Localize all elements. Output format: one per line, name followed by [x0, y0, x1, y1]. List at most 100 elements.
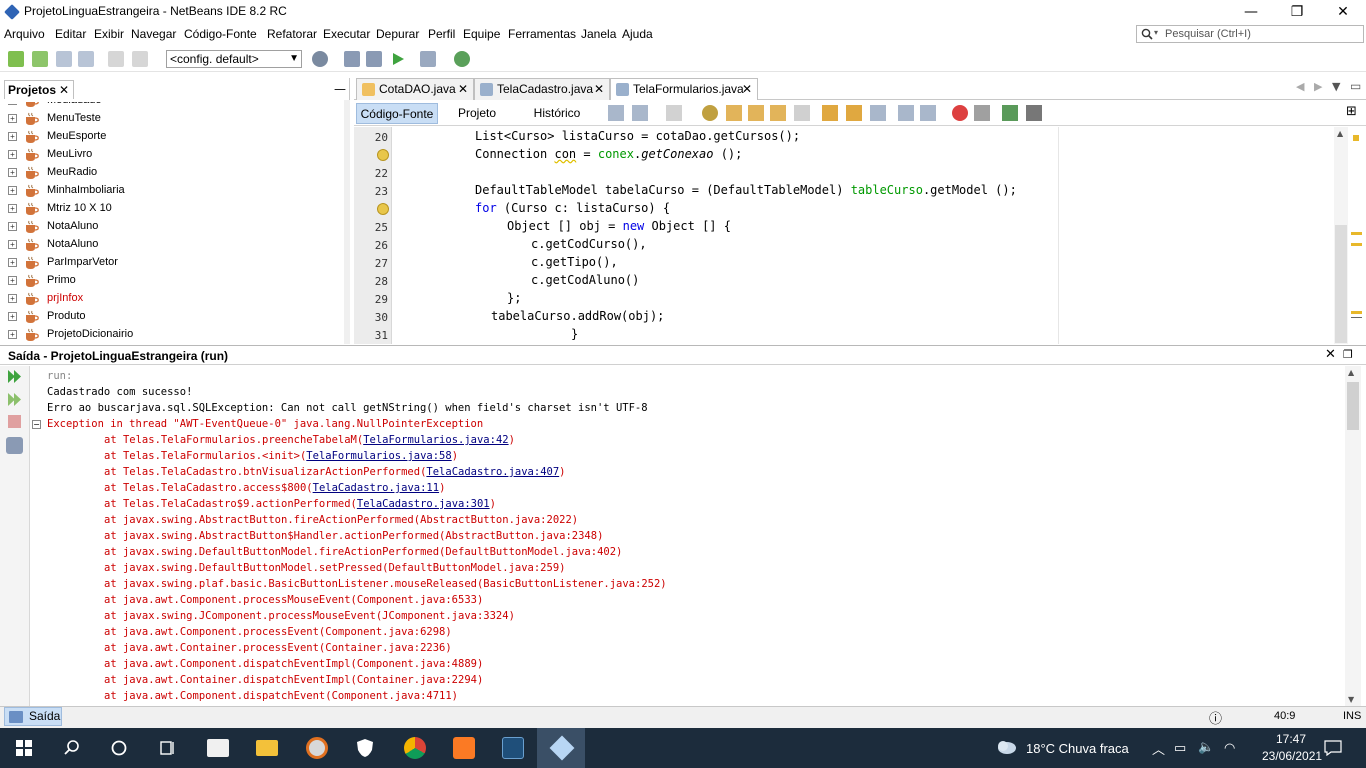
tab-telacadastro[interactable]: TelaCadastro.java ✕	[474, 78, 610, 100]
forward-icon[interactable]	[666, 105, 682, 121]
expand-icon[interactable]: +	[8, 168, 17, 177]
taskbar-store[interactable]	[194, 728, 242, 768]
project-item[interactable]: + NotaAluno	[0, 218, 345, 236]
close-button[interactable]: ✕	[1320, 0, 1366, 24]
source-link[interactable]: TelaFormularios.java:42	[363, 434, 508, 446]
profile-icon[interactable]	[454, 51, 470, 67]
projects-scrollbar[interactable]	[344, 100, 350, 344]
restore-icon[interactable]: ❐	[1343, 348, 1353, 361]
menu-navegar[interactable]: Navegar	[131, 27, 176, 41]
menu-equipe[interactable]: Equipe	[463, 27, 500, 41]
chevron-up-icon[interactable]: ︿	[1152, 739, 1165, 758]
collapse-icon[interactable]: −	[32, 420, 41, 429]
source-link[interactable]: TelaFormularios.java:58	[306, 450, 451, 462]
expand-icon[interactable]: +	[8, 204, 17, 213]
battery-icon[interactable]: ▭	[1174, 740, 1186, 756]
close-icon[interactable]: ✕	[742, 79, 752, 99]
menu-arquivo[interactable]: Arquivo	[4, 27, 45, 41]
project-item[interactable]: + Mediadade	[0, 92, 345, 110]
expand-icon[interactable]: +	[8, 150, 17, 159]
close-icon[interactable]: ✕	[594, 79, 604, 99]
prev-bookmark-icon[interactable]	[822, 105, 838, 121]
menu-codigo-fonte[interactable]: Código-Fonte	[184, 27, 257, 41]
uncomment-icon[interactable]	[1026, 105, 1042, 121]
expand-icon[interactable]: +	[8, 186, 17, 195]
save-all-icon[interactable]	[78, 51, 94, 67]
scroll-up-icon[interactable]: ▲	[1337, 129, 1343, 138]
build-icon[interactable]	[344, 51, 360, 67]
menu-ajuda[interactable]: Ajuda	[622, 27, 653, 41]
scroll-thumb[interactable]	[1335, 225, 1347, 343]
redo-icon[interactable]	[132, 51, 148, 67]
warning-marker[interactable]	[1351, 232, 1362, 235]
wifi-icon[interactable]: ◠	[1224, 740, 1235, 756]
scroll-thumb[interactable]	[1347, 382, 1359, 430]
config-select[interactable]: <config. default> ▼	[166, 50, 302, 68]
warning-marker[interactable]	[1351, 243, 1362, 246]
project-item[interactable]: + Mtriz 10 X 10	[0, 200, 345, 218]
project-item[interactable]: + ProjetoDicionairio	[0, 326, 345, 344]
tab-codigo-fonte[interactable]: Código-Fonte	[356, 103, 438, 124]
tab-historico[interactable]: Histórico	[526, 103, 588, 124]
tab-list-icon[interactable]: ▼	[1332, 80, 1340, 93]
shift-left-icon[interactable]	[898, 105, 914, 121]
warning-marker[interactable]	[1353, 135, 1359, 141]
comment-icon[interactable]	[1002, 105, 1018, 121]
task-view-icon[interactable]	[158, 739, 176, 757]
globe-icon[interactable]	[312, 51, 328, 67]
output-window-tab[interactable]: Saída	[4, 707, 62, 726]
open-project-icon[interactable]	[56, 51, 72, 67]
menu-janela[interactable]: Janela	[581, 27, 616, 41]
project-item[interactable]: + Produto	[0, 308, 345, 326]
scroll-down-icon[interactable]: ▼	[1348, 695, 1354, 704]
clock-date[interactable]: 23/06/2021	[1262, 749, 1322, 763]
expand-icon[interactable]: +	[8, 330, 17, 339]
source-link[interactable]: TelaCadastro.java:407	[426, 466, 559, 478]
back-icon[interactable]	[632, 105, 648, 121]
expand-icon[interactable]: +	[8, 132, 17, 141]
scroll-right-icon[interactable]: ▶	[1314, 80, 1322, 93]
expand-icon[interactable]: +	[8, 104, 17, 105]
last-edit-icon[interactable]	[608, 105, 624, 121]
tab-cotadao[interactable]: CotaDAO.java ✕	[356, 78, 474, 100]
notifications-icon[interactable]: ⓘ	[1209, 708, 1222, 727]
minimize-button[interactable]: —	[1228, 0, 1274, 24]
tab-projeto[interactable]: Projeto	[448, 103, 506, 124]
expand-icon[interactable]: +	[8, 276, 17, 285]
warning-marker[interactable]	[1351, 311, 1362, 314]
expand-icon[interactable]: +	[8, 294, 17, 303]
taskbar-explorer[interactable]	[243, 728, 291, 768]
hint-bulb-icon[interactable]	[377, 149, 389, 161]
project-item[interactable]: + MenuTeste	[0, 110, 345, 128]
maximize-editor-icon[interactable]: ▭	[1350, 79, 1361, 93]
hint-bulb-icon[interactable]	[377, 203, 389, 215]
notification-center-icon[interactable]	[1324, 740, 1342, 756]
menu-editar[interactable]: Editar	[55, 27, 86, 41]
clean-build-icon[interactable]	[366, 51, 382, 67]
project-item[interactable]: + MeuRadio	[0, 164, 345, 182]
search-icon[interactable]	[63, 739, 81, 757]
taskbar-media[interactable]	[292, 728, 340, 768]
shift-right-icon[interactable]	[920, 105, 936, 121]
output-scrollbar[interactable]: ▲ ▼	[1345, 366, 1361, 706]
editor-scrollbar[interactable]: ▲	[1334, 127, 1348, 344]
scroll-up-icon[interactable]: ▲	[1348, 368, 1354, 377]
scroll-left-icon[interactable]: ◀	[1296, 80, 1304, 93]
search-input[interactable]: ▾ Pesquisar (Ctrl+I)	[1136, 25, 1364, 43]
toggle-bookmark-icon[interactable]	[870, 105, 886, 121]
clock-time[interactable]: 17:47	[1276, 732, 1306, 746]
taskbar-netbeans[interactable]	[537, 728, 585, 768]
source-link[interactable]: TelaCadastro.java:301	[357, 498, 490, 510]
taskbar-chrome[interactable]	[390, 728, 438, 768]
find-icon[interactable]	[702, 105, 718, 121]
find-previous-icon[interactable]	[726, 105, 742, 121]
expand-icon[interactable]: +	[8, 114, 17, 123]
cortana-icon[interactable]	[110, 739, 128, 757]
taskbar-security[interactable]	[341, 728, 389, 768]
menu-depurar[interactable]: Depurar	[376, 27, 419, 41]
windows-start-icon[interactable]	[16, 740, 32, 756]
weather-text[interactable]: 18°C Chuva fraca	[1026, 741, 1129, 756]
run-icon[interactable]	[390, 51, 406, 67]
find-next-icon[interactable]	[748, 105, 764, 121]
project-item[interactable]: + NotaAluno	[0, 236, 345, 254]
